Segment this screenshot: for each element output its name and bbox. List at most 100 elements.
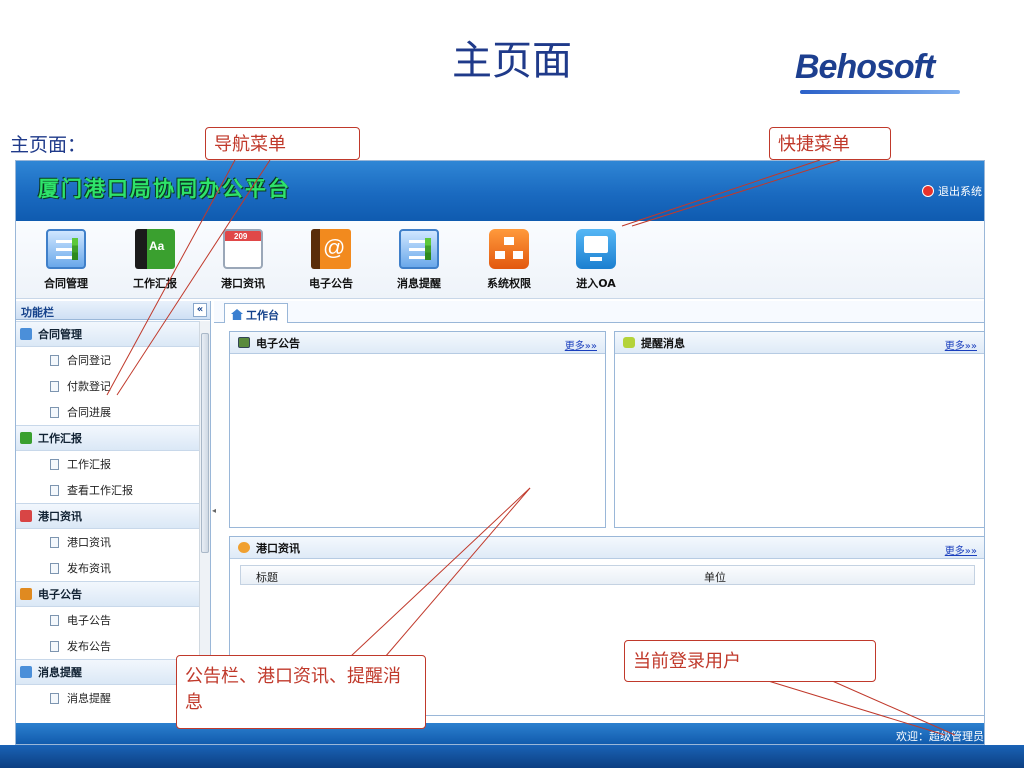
slide-footer-bar (0, 745, 1024, 768)
sidebar-item-label: 电子公告 (67, 614, 111, 627)
scrollbar-thumb[interactable] (201, 333, 209, 553)
sidebar-title: 功能栏 (21, 306, 54, 319)
slide-subtitle: 主页面： (10, 134, 87, 156)
report-book-icon (20, 432, 32, 444)
brand-logo: Behosoft (795, 48, 935, 86)
document-icon (50, 354, 59, 366)
sidebar-group-report[interactable]: 工作汇报 (16, 425, 199, 451)
tab-workbench[interactable]: 工作台 (224, 303, 288, 323)
tab-bar: 工作台 (214, 301, 984, 323)
panel-header: 电子公告 更多»» (230, 332, 605, 354)
document-icon (50, 536, 59, 548)
monitor-icon (576, 229, 616, 269)
hierarchy-icon (489, 229, 529, 269)
toolbar-label: 消息提醒 (397, 277, 441, 290)
home-icon (231, 309, 243, 320)
sidebar-item[interactable]: 发布公告 (16, 633, 199, 659)
panel-title: 提醒消息 (641, 336, 685, 350)
sidebar-item-label: 发布公告 (67, 640, 111, 653)
sidebar-item[interactable]: 工作汇报 (16, 451, 199, 477)
toolbar-label: 港口资讯 (221, 277, 265, 290)
toolbar-label: 工作汇报 (133, 277, 177, 290)
app-title: 厦门港口局协同办公平台 (38, 177, 291, 201)
callout-board: 公告栏、港口资讯、提醒消息 (176, 655, 426, 729)
document-icon (50, 614, 59, 626)
sidebar-item[interactable]: 电子公告 (16, 607, 199, 633)
tv-icon (238, 542, 250, 553)
app-header: 厦门港口局协同办公平台 退出系统 (16, 161, 984, 221)
sidebar-item-label: 工作汇报 (67, 458, 111, 471)
splitter-handle[interactable]: ◂ (212, 506, 216, 515)
column-header-title[interactable]: 标题 (256, 569, 278, 585)
sidebar-collapse-button[interactable]: « (193, 303, 207, 317)
more-link[interactable]: 更多»» (565, 337, 597, 352)
sidebar-item[interactable]: 查看工作汇报 (16, 477, 199, 503)
speech-bubble-icon (623, 337, 635, 348)
toolbar-enter-oa[interactable]: 进入OA (551, 229, 641, 291)
sidebar-item[interactable]: 合同进展 (16, 399, 199, 425)
toolbar-remind[interactable]: 消息提醒 (374, 229, 464, 291)
sidebar-group-port-news[interactable]: 港口资讯 (16, 503, 199, 529)
current-user: 欢迎：超级管理员 (896, 730, 984, 743)
toolbar-label: 系统权限 (487, 277, 531, 290)
sidebar-item[interactable]: 合同登记 (16, 347, 199, 373)
panel-header: 港口资讯 更多»» (230, 537, 984, 559)
sidebar-group-label: 消息提醒 (38, 666, 82, 679)
sidebar-group-contract[interactable]: 合同管理 (16, 321, 199, 347)
document-icon (50, 484, 59, 496)
sidebar-group-label: 工作汇报 (38, 432, 82, 445)
sidebar-menu: 合同管理 合同登记 付款登记 合同进展 工作汇报 工作汇报 查看工作汇报 港口资… (16, 321, 199, 744)
sidebar-group-label: 电子公告 (38, 588, 82, 601)
address-book-icon (20, 588, 32, 600)
document-icon (50, 640, 59, 652)
document-icon (50, 380, 59, 392)
more-link[interactable]: 更多»» (945, 542, 977, 557)
toolbar-label: 电子公告 (309, 277, 353, 290)
sidebar-item-label: 发布资讯 (67, 562, 111, 575)
status-bar: 欢迎：超级管理员 (16, 723, 984, 744)
sidebar-item-label: 查看工作汇报 (67, 484, 133, 497)
column-header-unit[interactable]: 单位 (704, 569, 726, 585)
notice-panel: 电子公告 更多»» (229, 331, 606, 528)
document-icon (50, 562, 59, 574)
toolbar-notice[interactable]: 电子公告 (286, 229, 376, 291)
sidebar-item-label: 合同进展 (67, 406, 111, 419)
toolbar-contract[interactable]: 合同管理 (21, 229, 111, 291)
sidebar-item[interactable]: 消息提醒 (16, 685, 199, 711)
brand-wave (800, 90, 960, 94)
toolbar-label: 进入OA (576, 277, 616, 290)
address-book-icon (311, 229, 351, 269)
toolbar-port-news[interactable]: 港口资讯 (198, 229, 288, 291)
document-icon (50, 458, 59, 470)
sidebar-item-label: 消息提醒 (67, 692, 111, 705)
sidebar-item[interactable]: 付款登记 (16, 373, 199, 399)
table-header: 标题 单位 (240, 565, 975, 585)
contract-icon (20, 328, 32, 340)
panel-header: 提醒消息 更多»» (615, 332, 984, 354)
notice-board-icon (238, 337, 250, 348)
toolbar-permission[interactable]: 系统权限 (464, 229, 554, 291)
contract-icon (46, 229, 86, 269)
message-list-icon (399, 229, 439, 269)
quick-toolbar: 合同管理 工作汇报 港口资讯 电子公告 消息提醒 系统权限 进入OA (16, 221, 984, 299)
sidebar-item-label: 付款登记 (67, 380, 111, 393)
calendar-icon (20, 510, 32, 522)
document-icon (50, 406, 59, 418)
callout-current-user: 当前登录用户 (624, 640, 876, 682)
power-icon (922, 185, 934, 197)
sidebar-header: 功能栏 « (16, 301, 210, 320)
sidebar-item[interactable]: 港口资讯 (16, 529, 199, 555)
logout-button[interactable]: 退出系统 (922, 183, 982, 199)
sidebar-item-label: 合同登记 (67, 354, 111, 367)
document-icon (50, 692, 59, 704)
more-link[interactable]: 更多»» (945, 337, 977, 352)
remind-panel: 提醒消息 更多»» (614, 331, 984, 528)
sidebar-group-notice[interactable]: 电子公告 (16, 581, 199, 607)
sidebar-item[interactable]: 发布资讯 (16, 555, 199, 581)
sidebar-group-remind[interactable]: 消息提醒 (16, 659, 199, 685)
tab-label: 工作台 (246, 308, 279, 322)
toolbar-report[interactable]: 工作汇报 (110, 229, 200, 291)
panel-title: 电子公告 (256, 336, 300, 350)
sidebar-group-label: 港口资讯 (38, 510, 82, 523)
callout-navigation-menu: 导航菜单 (205, 127, 360, 160)
